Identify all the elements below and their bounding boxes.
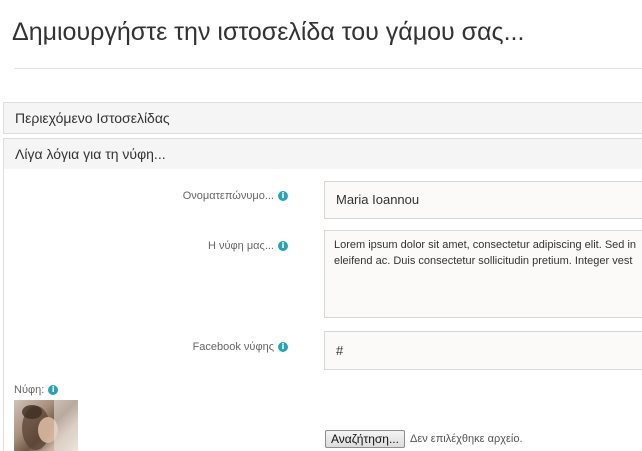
info-icon[interactable]: i bbox=[48, 385, 59, 396]
fullname-input-value: Maria Ioannou bbox=[336, 192, 420, 207]
field-label-fullname-text: Ονοματεπώνυμο... bbox=[182, 190, 274, 202]
about-textarea-line: Lorem ipsum dolor sit amet, consectetur … bbox=[334, 239, 637, 251]
bride-photo bbox=[14, 400, 78, 451]
browse-file-button[interactable]: Αναζήτηση... bbox=[325, 430, 405, 448]
about-textarea-line: eleifend ac. Duis consectetur sollicitud… bbox=[334, 255, 633, 267]
about-textarea[interactable]: Lorem ipsum dolor sit amet, consectetur … bbox=[324, 230, 642, 318]
field-label-about: Η νύφη μας... i bbox=[0, 240, 288, 252]
fullname-input[interactable]: Maria Ioannou bbox=[324, 181, 642, 219]
field-label-facebook-text: Facebook νύφης bbox=[192, 341, 274, 353]
panel-header-about-bride[interactable]: Λίγα λόγια για τη νύφη... bbox=[3, 138, 642, 170]
bride-photo-label-text: Νύφη: bbox=[14, 384, 45, 396]
panel-header-website-content[interactable]: Περιεχόμενο Ιστοσελίδας bbox=[3, 102, 642, 134]
field-label-about-text: Η νύφη μας... bbox=[208, 240, 274, 252]
field-label-facebook: Facebook νύφης i bbox=[0, 341, 288, 353]
info-icon[interactable]: i bbox=[278, 191, 288, 202]
info-icon[interactable]: i bbox=[278, 342, 288, 353]
facebook-input-value: # bbox=[336, 343, 344, 358]
facebook-input[interactable]: # bbox=[324, 331, 642, 370]
field-label-fullname: Ονοματεπώνυμο... i bbox=[0, 190, 288, 202]
file-status-text: Δεν επιλέχθηκε αρχείο. bbox=[410, 433, 523, 445]
title-divider bbox=[14, 68, 642, 69]
page-title: Δημιουργήστε την ιστοσελίδα του γάμου σα… bbox=[12, 18, 525, 46]
bride-photo-label: Νύφη: i bbox=[14, 384, 59, 396]
bride-photo-image bbox=[22, 400, 78, 451]
info-icon[interactable]: i bbox=[278, 241, 288, 252]
